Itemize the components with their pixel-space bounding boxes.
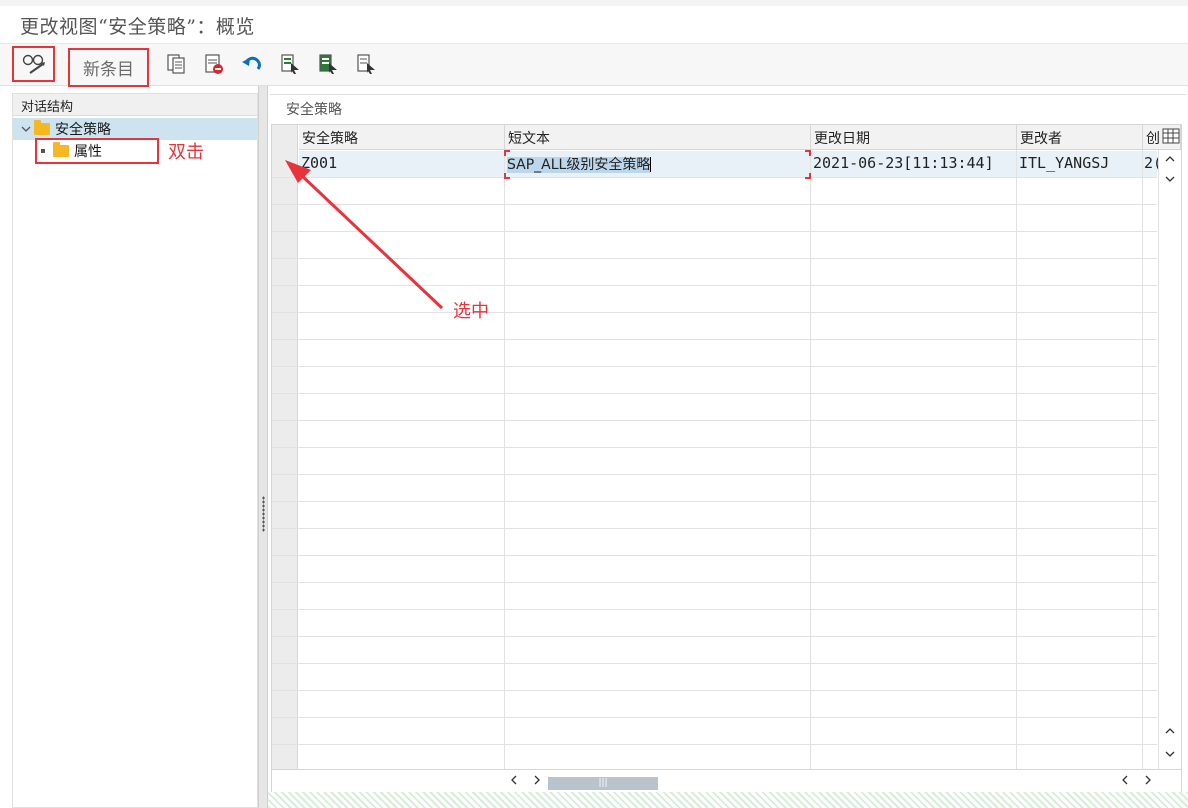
annotation-arrow-line <box>298 172 444 310</box>
annotation-arrow-layer <box>285 160 444 310</box>
selected-annotation: 选中 <box>453 301 489 322</box>
